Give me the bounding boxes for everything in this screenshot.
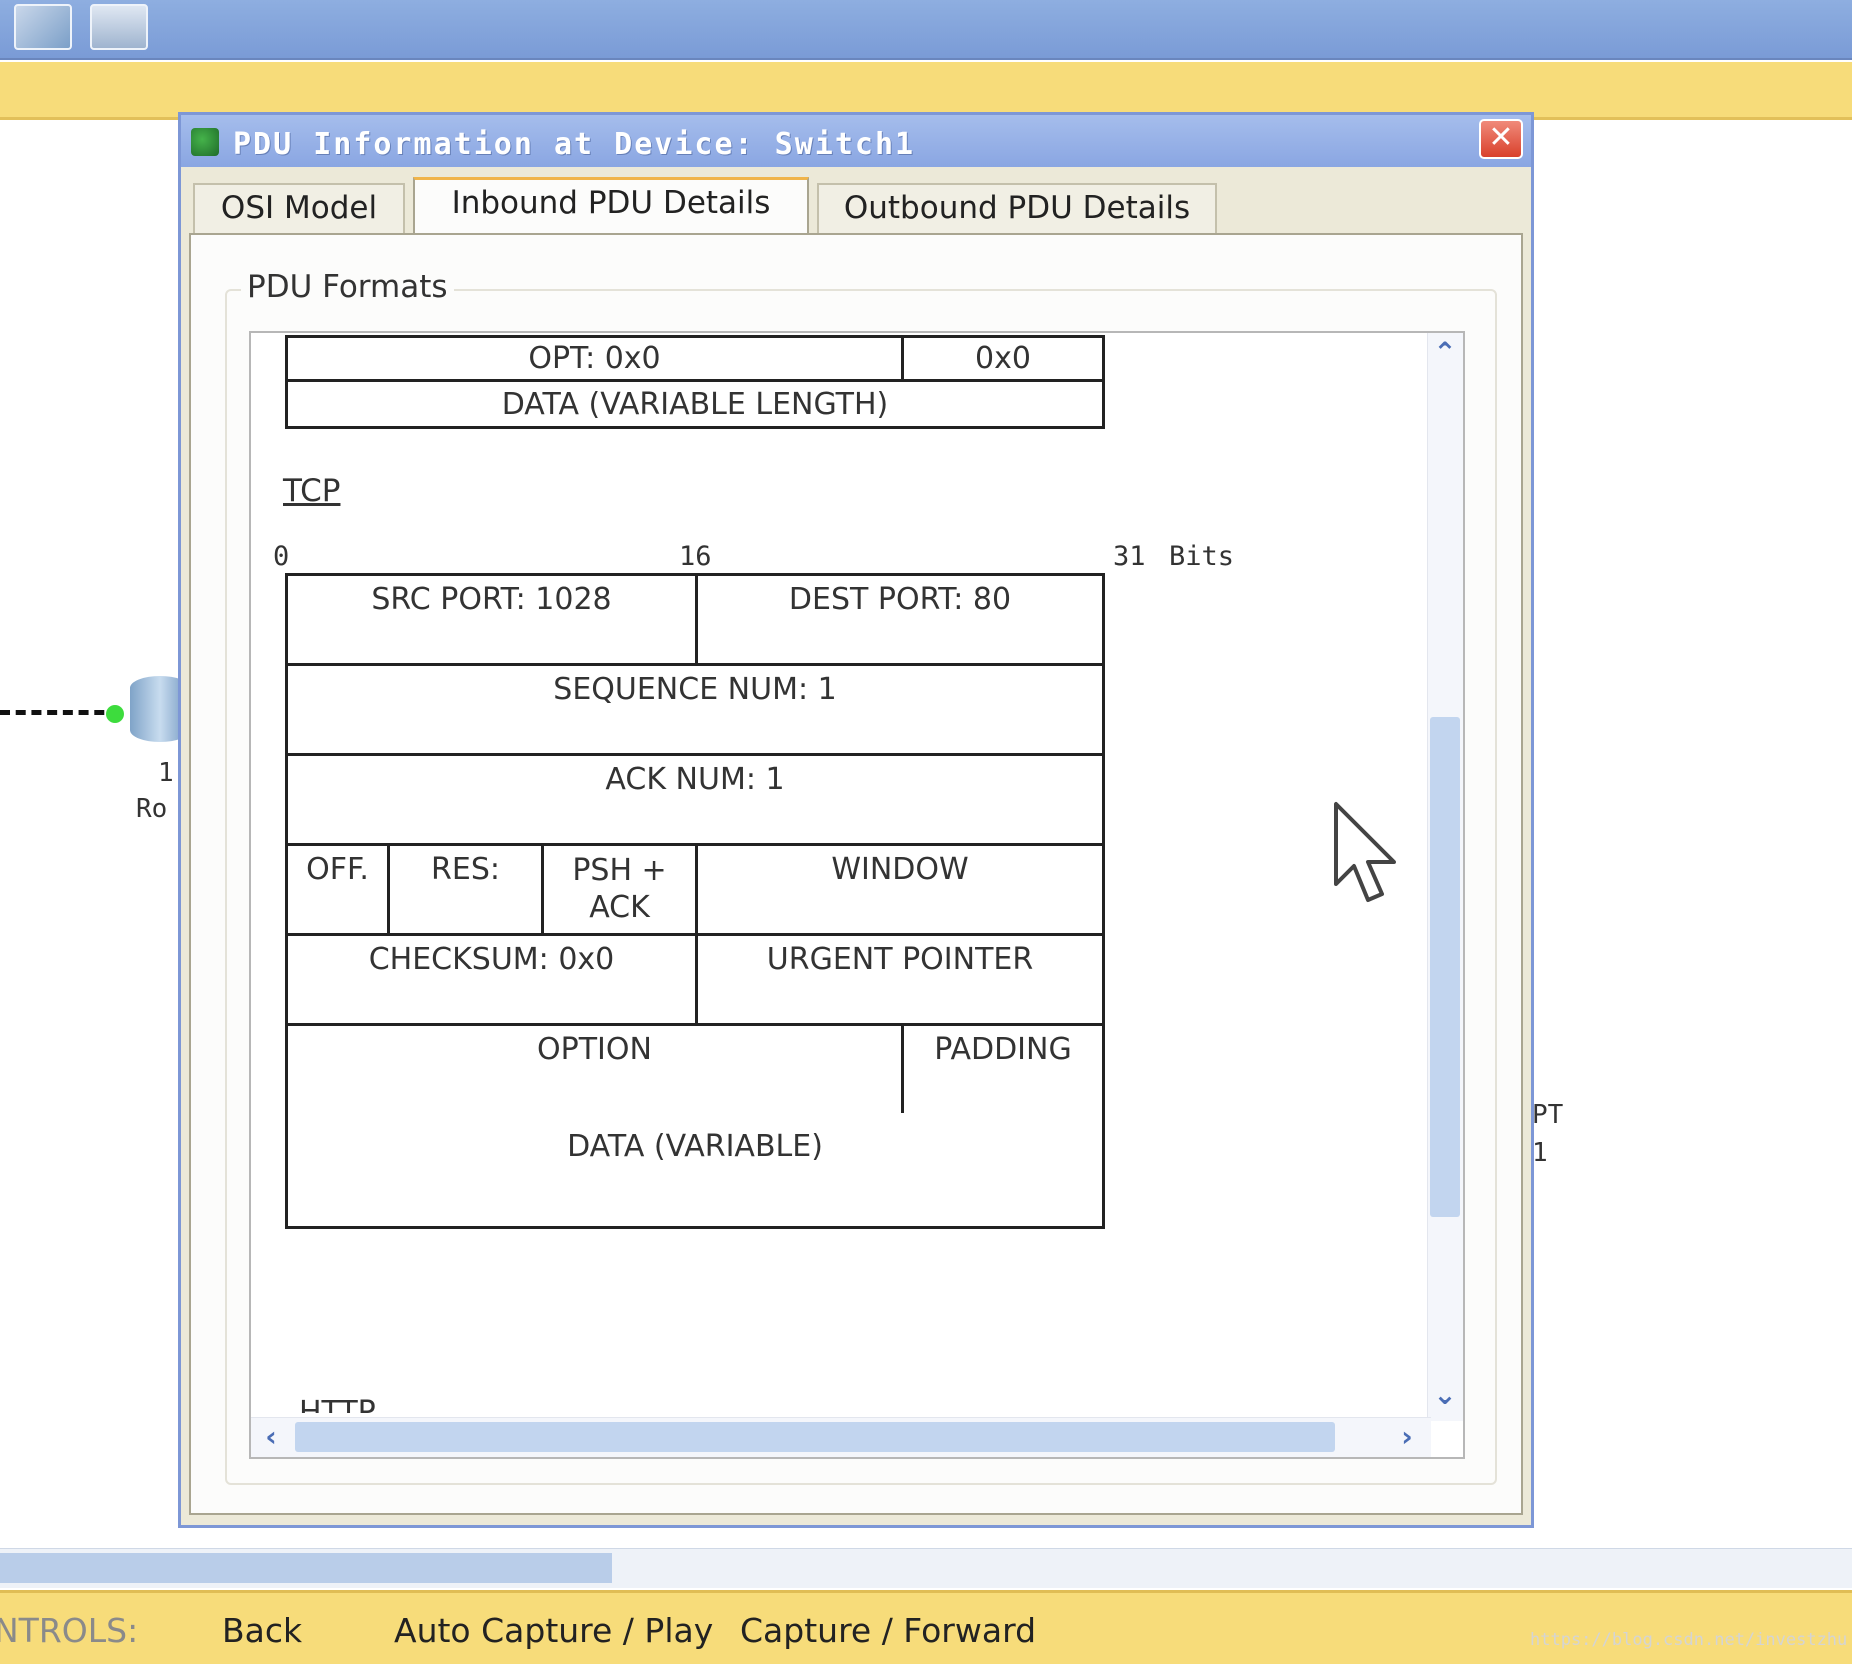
tab-osi-model[interactable]: OSI Model: [193, 183, 405, 233]
horizontal-scrollbar[interactable]: ‹ ›: [251, 1417, 1431, 1457]
network-link: [0, 710, 120, 715]
scroll-right-icon[interactable]: ›: [1391, 1421, 1423, 1453]
tcp-urgent-pointer-cell: URGENT POINTER: [698, 936, 1102, 1026]
tcp-dest-port-cell: DEST PORT: 80: [698, 576, 1102, 666]
workspace-scrollbar[interactable]: [0, 1548, 1852, 1588]
ip-header-table: OPT: 0x0 0x0 DATA (VARIABLE LENGTH): [285, 335, 1105, 429]
app-toolbar: [0, 0, 1852, 60]
mouse-cursor-icon: [1334, 802, 1396, 902]
device-label: 1: [1532, 1138, 1548, 1168]
pdu-info-dialog: PDU Information at Device: Switch1 ✕ OSI…: [178, 112, 1534, 1528]
dialog-titlebar[interactable]: PDU Information at Device: Switch1 ✕: [181, 115, 1531, 167]
pdu-formats-content: OPT: 0x0 0x0 DATA (VARIABLE LENGTH) TCP …: [251, 333, 1431, 1413]
physical-workspace-icon[interactable]: [90, 4, 148, 50]
ip-data-cell: DATA (VARIABLE LENGTH): [501, 386, 889, 422]
link-status-icon: [106, 705, 124, 723]
scroll-left-icon[interactable]: ‹: [255, 1421, 287, 1453]
close-button[interactable]: ✕: [1479, 119, 1523, 159]
ip-opt-value-cell: 0x0: [904, 338, 1102, 382]
tcp-src-port-cell: SRC PORT: 1028: [288, 576, 698, 666]
back-button[interactable]: Back: [222, 1611, 302, 1650]
app-icon: [191, 128, 219, 156]
tcp-offset-cell: OFF.: [288, 846, 390, 936]
logical-workspace-icon[interactable]: [14, 4, 72, 50]
vertical-scrollbar-thumb[interactable]: [1430, 717, 1460, 1217]
device-label: Ro: [136, 794, 168, 824]
tab-panel: PDU Formats OPT: 0x0 0x0 DATA (VARIABLE …: [189, 233, 1523, 1515]
tcp-window-cell: WINDOW: [698, 846, 1102, 936]
tcp-data-table: DATA (VARIABLE): [285, 1113, 1105, 1229]
tab-inbound-pdu-details[interactable]: Inbound PDU Details: [413, 177, 809, 235]
tcp-flags-line-1: PSH +: [572, 853, 667, 888]
bit-end-label: 31: [1113, 541, 1146, 572]
watermark: https://blog.csdn.net/investzhu: [1530, 1630, 1848, 1650]
http-section-label: HTTP: [299, 1395, 376, 1413]
tcp-section-label: TCP: [283, 473, 341, 509]
tcp-checksum-cell: CHECKSUM: 0x0: [288, 936, 698, 1026]
capture-forward-button[interactable]: Capture / Forward: [740, 1611, 1036, 1650]
scroll-up-icon[interactable]: ⌃: [1429, 337, 1461, 369]
auto-capture-play-button[interactable]: Auto Capture / Play: [394, 1611, 713, 1650]
device-label: PT: [1532, 1100, 1564, 1130]
device-label: 1: [158, 758, 174, 788]
tcp-flags-cell: PSH + ACK: [544, 846, 698, 936]
tcp-option-cell: OPTION: [288, 1026, 904, 1116]
tcp-header-table: SRC PORT: 1028 DEST PORT: 80 SEQUENCE NU…: [285, 573, 1105, 1133]
controls-label: NTROLS:: [0, 1611, 139, 1650]
vertical-scrollbar[interactable]: ⌃ ⌄: [1427, 333, 1463, 1421]
bit-unit-label: Bits: [1169, 541, 1235, 572]
group-title: PDU Formats: [241, 269, 454, 305]
pdu-formats-viewport[interactable]: OPT: 0x0 0x0 DATA (VARIABLE LENGTH) TCP …: [249, 331, 1465, 1459]
tcp-data-cell: DATA (VARIABLE): [567, 1129, 823, 1164]
ip-opt-cell: OPT: 0x0: [288, 338, 904, 382]
bit-mid-label: 16: [679, 541, 712, 572]
tab-outbound-pdu-details[interactable]: Outbound PDU Details: [817, 183, 1217, 233]
horizontal-scrollbar-thumb[interactable]: [295, 1422, 1335, 1452]
tcp-sequence-cell: SEQUENCE NUM: 1: [288, 666, 1102, 756]
bit-start-label: 0: [273, 541, 290, 572]
tcp-reserved-cell: RES:: [390, 846, 544, 936]
tcp-padding-cell: PADDING: [904, 1026, 1102, 1116]
dialog-title: PDU Information at Device: Switch1: [233, 127, 916, 162]
scroll-down-icon[interactable]: ⌄: [1429, 1379, 1461, 1411]
tcp-ack-cell: ACK NUM: 1: [288, 756, 1102, 846]
scrollbar-thumb[interactable]: [0, 1553, 612, 1583]
simulation-controls: NTROLS: Back Auto Capture / Play Capture…: [0, 1590, 1852, 1664]
tcp-flags-line-2: ACK: [589, 890, 650, 925]
